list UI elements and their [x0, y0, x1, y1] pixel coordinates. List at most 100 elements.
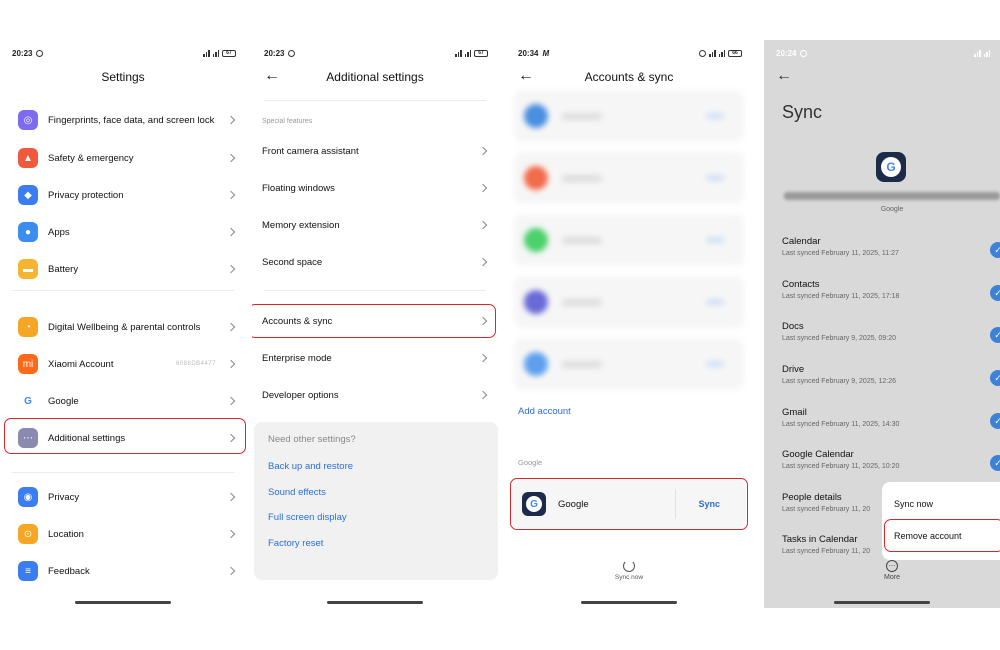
sync-item[interactable]: Calendar Last synced February 11, 2025, 1…	[782, 236, 1000, 276]
checkmark-icon[interactable]: ✓	[990, 370, 1000, 386]
blurred-text	[562, 112, 602, 120]
chevron-right-icon	[478, 146, 488, 156]
blurred-account-row[interactable]	[514, 90, 744, 142]
link-factory-reset[interactable]: Factory reset	[268, 538, 484, 549]
chevron-right-icon	[478, 390, 488, 400]
blurred-sync	[706, 299, 724, 305]
sync-item-date: Last synced February 11, 2025, 11:27	[782, 250, 899, 257]
more-button[interactable]: ... More	[882, 560, 902, 582]
link-back-up-restore[interactable]: Back up and restore	[268, 461, 484, 472]
settings-item-label: Feedback	[48, 565, 90, 577]
sync-item[interactable]: Gmail Last synced February 11, 2025, 14:3…	[782, 407, 1000, 447]
checkmark-icon[interactable]: ✓	[990, 285, 1000, 301]
additional-settings-item[interactable]: Memory extension	[252, 207, 498, 243]
home-indicator[interactable]	[75, 601, 171, 604]
sync-now-label: Sync now	[614, 574, 644, 581]
sync-item-name: Contacts	[782, 279, 820, 290]
status-time: 20:23	[12, 48, 33, 58]
settings-screen: 20:23 67 Settings ◎ Fingerprints, face da…	[0, 40, 246, 608]
account-type-label: Google	[880, 206, 904, 213]
settings-item-label: Google	[48, 395, 79, 407]
vpn-icon	[699, 49, 706, 57]
more-label: More	[884, 574, 900, 581]
status-time: 20:24	[776, 48, 797, 58]
signal-icon	[464, 49, 471, 57]
back-arrow-icon[interactable]: ←	[776, 68, 792, 84]
account-app-icon	[524, 290, 548, 314]
blurred-sync	[706, 175, 724, 181]
settings-item-label: Digital Wellbeing & parental controls	[48, 321, 201, 333]
account-app-icon	[524, 104, 548, 128]
settings-item[interactable]: ⊙ Location	[0, 516, 246, 552]
chevron-right-icon	[226, 227, 236, 237]
checkmark-icon[interactable]: ✓	[990, 242, 1000, 258]
blurred-text	[562, 360, 602, 368]
settings-item-label: Apps	[48, 226, 70, 238]
settings-item[interactable]: ◉ Privacy	[0, 479, 246, 515]
checkmark-icon[interactable]: ✓	[990, 455, 1000, 471]
add-account-link[interactable]: Add account	[518, 406, 571, 417]
chevron-right-icon	[478, 183, 488, 193]
apps-icon: ●	[18, 222, 38, 242]
menu-sync-now[interactable]: Sync now	[894, 499, 933, 509]
chevron-right-icon	[226, 529, 236, 539]
chevron-right-icon	[226, 566, 236, 576]
additional-settings-item-label: Developer options	[262, 389, 339, 401]
chevron-right-icon	[478, 257, 488, 267]
settings-item[interactable]: ≡ Feedback	[0, 553, 246, 589]
home-indicator[interactable]	[581, 601, 677, 604]
divider	[264, 290, 486, 291]
blurred-text	[562, 174, 602, 182]
settings-item[interactable]: ● Apps	[0, 214, 246, 250]
sync-item[interactable]: Contacts Last synced February 11, 2025, 1…	[782, 279, 1000, 319]
blurred-account-row[interactable]	[514, 152, 744, 204]
settings-item[interactable]: ◎ Fingerprints, face data, and screen loc…	[0, 102, 246, 138]
additional-settings-item[interactable]: Floating windows	[252, 170, 498, 206]
link-sound-effects[interactable]: Sound effects	[268, 487, 484, 498]
sync-item-name: Google Calendar	[782, 449, 854, 460]
blurred-account-row[interactable]	[514, 276, 744, 328]
blurred-account-row[interactable]	[514, 338, 744, 390]
home-indicator[interactable]	[327, 601, 423, 604]
home-indicator[interactable]	[834, 601, 930, 604]
settings-item[interactable]: ◔ Digital Wellbeing & parental controls	[0, 309, 246, 345]
highlight-google-account	[510, 478, 748, 530]
sync-item-date: Last synced February 11, 2025, 10:20	[782, 463, 900, 470]
wellbeing-icon: ◔	[18, 317, 38, 337]
additional-settings-item-label: Second space	[262, 256, 323, 268]
settings-item[interactable]: ▲ Safety & emergency	[0, 140, 246, 176]
additional-settings-item[interactable]: Enterprise mode	[252, 340, 498, 376]
refresh-icon	[623, 560, 635, 572]
whatsapp-icon	[36, 49, 44, 57]
feedback-icon: ≡	[18, 561, 38, 581]
divider	[12, 472, 234, 473]
sync-now-button[interactable]: Sync now	[506, 560, 752, 581]
additional-settings-item[interactable]: Developer options	[252, 377, 498, 413]
link-full-screen-display[interactable]: Full screen display	[268, 512, 484, 523]
settings-item[interactable]: ▬ Battery	[0, 251, 246, 287]
blurred-text	[562, 298, 602, 306]
settings-item[interactable]: G Google	[0, 383, 246, 419]
sync-item[interactable]: Docs Last synced February 9, 2025, 09:20 ✓	[782, 321, 1000, 361]
blurred-text	[562, 236, 602, 244]
sync-item[interactable]: Drive Last synced February 9, 2025, 12:26…	[782, 364, 1000, 404]
divider	[264, 100, 486, 101]
checkmark-icon[interactable]: ✓	[990, 413, 1000, 429]
privacy-shield-icon: ◆	[18, 185, 38, 205]
settings-item[interactable]: mi Xiaomi Account 6088DB4477	[0, 346, 246, 382]
section-label: Google	[518, 458, 543, 467]
settings-item-label: Battery	[48, 263, 79, 275]
settings-item[interactable]: ◆ Privacy protection	[0, 177, 246, 213]
chevron-right-icon	[478, 220, 488, 230]
additional-settings-item[interactable]: Second space	[252, 244, 498, 280]
additional-settings-item[interactable]: Front camera assistant	[252, 133, 498, 169]
signal-icon	[709, 49, 716, 57]
sync-item-date: Last synced February 9, 2025, 12:26	[782, 378, 897, 385]
page-title: Sync	[782, 102, 823, 122]
checkmark-icon[interactable]: ✓	[990, 327, 1000, 343]
google-icon: G	[876, 152, 906, 182]
blurred-account-row[interactable]	[514, 214, 744, 266]
chevron-right-icon	[226, 264, 236, 274]
other-settings-card: Need other settings? Back up and restore…	[254, 422, 498, 580]
card-question: Need other settings?	[268, 434, 356, 445]
